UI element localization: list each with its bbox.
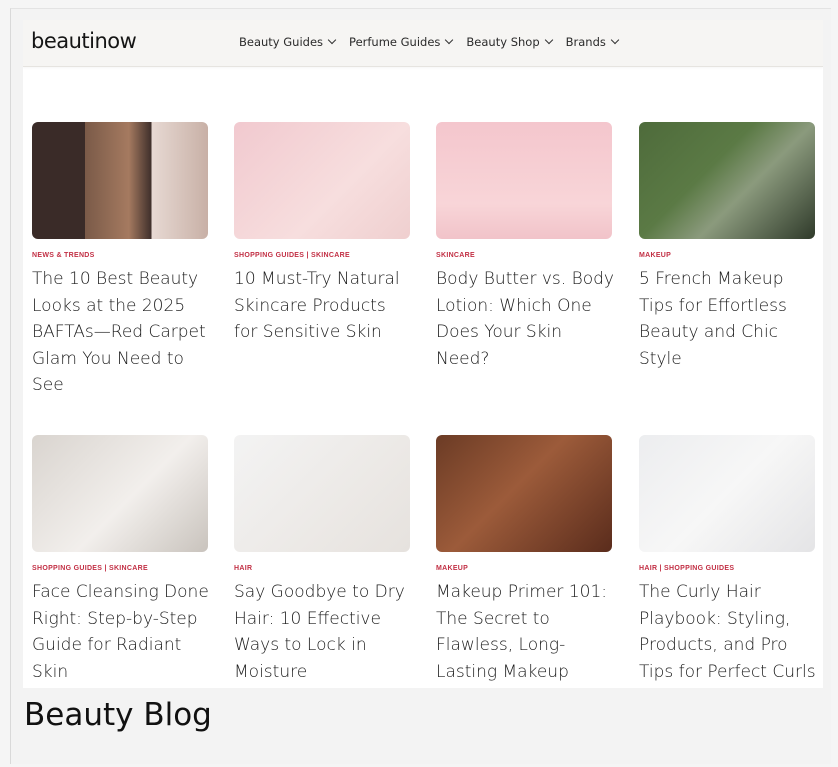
nav-beauty-guides[interactable]: Beauty Guides: [239, 35, 337, 49]
post-card[interactable]: SHOPPING GUIDES | SKINCARE 10 Must-Try N…: [234, 122, 410, 346]
chevron-down-icon: [544, 35, 553, 45]
chevron-down-icon: [445, 35, 454, 45]
webpage: beautinow Beauty Guides Perfume Guides B…: [23, 20, 823, 688]
post-card[interactable]: HAIR | SHOPPING GUIDES The Curly Hair Pl…: [639, 435, 816, 685]
post-category[interactable]: HAIR: [234, 565, 410, 575]
main-nav: Beauty Guides Perfume Guides Beauty Shop…: [239, 35, 620, 49]
post-title[interactable]: 5 French Makeup Tips for Effortless Beau…: [639, 266, 819, 372]
site-logo[interactable]: beautinow: [31, 29, 137, 53]
site-header: beautinow Beauty Guides Perfume Guides B…: [23, 20, 823, 67]
post-card[interactable]: SHOPPING GUIDES | SKINCARE Face Cleansin…: [32, 435, 209, 685]
post-card[interactable]: HAIR Say Goodbye to Dry Hair: 10 Effecti…: [234, 435, 410, 685]
post-title[interactable]: Body Butter vs. Body Lotion: Which One D…: [436, 266, 616, 372]
post-card[interactable]: SKINCARE Body Butter vs. Body Lotion: Wh…: [436, 122, 614, 372]
post-title[interactable]: Say Goodbye to Dry Hair: 10 Effective Wa…: [234, 579, 414, 685]
nav-brands[interactable]: Brands: [565, 35, 620, 49]
post-card[interactable]: MAKEUP 5 French Makeup Tips for Effortle…: [639, 122, 815, 372]
nav-label: Perfume Guides: [349, 35, 441, 49]
chevron-down-icon: [327, 35, 337, 45]
chevron-down-icon: [610, 35, 620, 45]
post-category[interactable]: SHOPPING GUIDES | SKINCARE: [234, 252, 410, 262]
post-card[interactable]: NEWS & TRENDS The 10 Best Beauty Looks a…: [32, 122, 208, 399]
post-image[interactable]: [639, 435, 815, 552]
post-image[interactable]: [234, 435, 410, 552]
post-image[interactable]: [436, 122, 612, 239]
post-category[interactable]: SHOPPING GUIDES | SKINCARE: [32, 565, 208, 575]
post-title[interactable]: The Curly Hair Playbook: Styling, Produc…: [639, 579, 819, 685]
post-image[interactable]: [32, 435, 208, 552]
caption-title: Beauty Blog: [24, 697, 212, 733]
post-image[interactable]: [436, 435, 612, 552]
nav-label: Beauty Guides: [239, 35, 324, 49]
post-category[interactable]: SKINCARE: [436, 252, 612, 262]
nav-beauty-shop[interactable]: Beauty Shop: [466, 35, 553, 49]
post-title[interactable]: Face Cleansing Done Right: Step-by-Step …: [32, 579, 212, 685]
post-category[interactable]: MAKEUP: [639, 252, 815, 262]
post-title[interactable]: The 10 Best Beauty Looks at the 2025 BAF…: [32, 266, 212, 399]
post-image[interactable]: [32, 122, 208, 239]
post-card[interactable]: MAKEUP Makeup Primer 101: The Secret to …: [436, 435, 612, 685]
post-image[interactable]: [234, 122, 410, 239]
nav-perfume-guides[interactable]: Perfume Guides: [349, 35, 454, 49]
post-image[interactable]: [639, 122, 815, 239]
nav-label: Beauty Shop: [466, 35, 540, 49]
post-title[interactable]: Makeup Primer 101: The Secret to Flawles…: [436, 579, 616, 685]
post-category[interactable]: NEWS & TRENDS: [32, 252, 208, 262]
nav-label: Brands: [565, 35, 606, 49]
post-category[interactable]: MAKEUP: [436, 565, 612, 575]
post-category[interactable]: HAIR | SHOPPING GUIDES: [639, 565, 815, 575]
post-title[interactable]: 10 Must-Try Natural Skincare Products fo…: [234, 266, 414, 346]
